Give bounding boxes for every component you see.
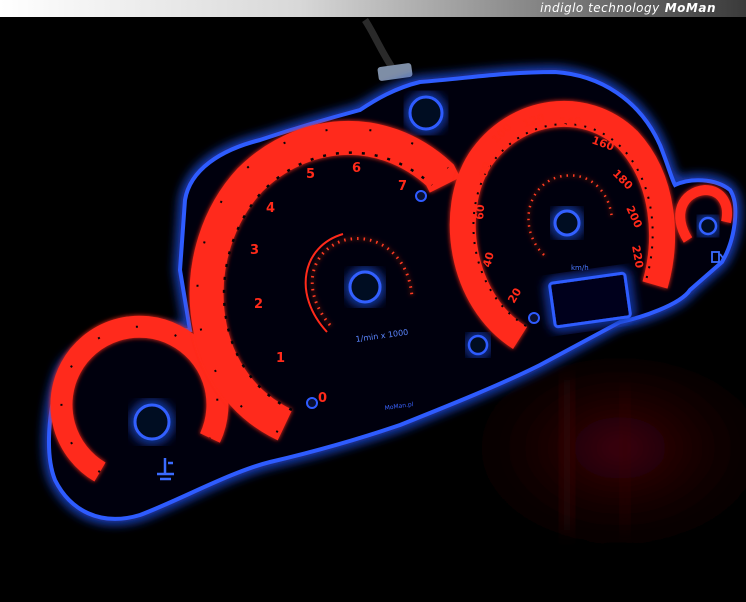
indicator-light (415, 190, 427, 202)
tach-label-0: 0 (318, 391, 327, 406)
indicator-light (528, 312, 540, 324)
tach-label-2: 2 (254, 297, 263, 312)
connector (377, 63, 413, 81)
trip-reset-knob (467, 334, 489, 356)
needle-hub (553, 209, 581, 237)
brand-name: MoMan (664, 1, 716, 15)
needle-hub (348, 270, 382, 304)
technology-caption: indiglo technology (540, 1, 660, 15)
indicator-light (306, 397, 318, 409)
tach-label-4: 4 (266, 201, 275, 216)
speed-unit-label: km/h (571, 264, 589, 272)
instrument-cluster-photo: 0 1 2 3 4 5 6 7 1/min x 1000 MoMan.pl 20… (47, 18, 746, 580)
tach-label-1: 1 (276, 351, 285, 366)
needle-hub (698, 216, 718, 236)
odometer-window (548, 271, 632, 329)
needle-hub (133, 403, 171, 441)
speed-label-140: 140 (559, 115, 582, 128)
reflection-streak (560, 380, 574, 530)
tach-label-5: 5 (306, 167, 315, 182)
brand-caption: indiglo technology MoMan (540, 0, 716, 17)
red-reflection (460, 360, 746, 580)
top-banner: indiglo technology MoMan (0, 0, 746, 17)
cable (362, 18, 398, 74)
speed-label-60: 60 (473, 204, 487, 221)
tach-label-6: 6 (352, 161, 361, 176)
reflection-streak (620, 390, 630, 530)
tach-label-3: 3 (250, 243, 259, 258)
top-knob (408, 95, 444, 131)
tach-label-7: 7 (398, 179, 407, 194)
